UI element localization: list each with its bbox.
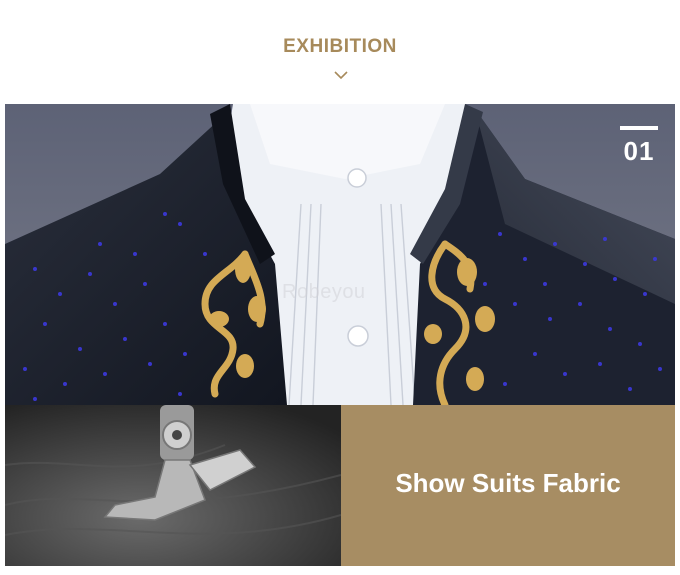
badge-number: 01 — [623, 136, 655, 166]
hero-image: 01 Robeyou — [5, 104, 675, 405]
sewing-machine-photo — [5, 405, 341, 566]
section-number-badge: 01 — [619, 126, 659, 167]
badge-bar — [620, 126, 658, 130]
section-title: EXHIBITION — [283, 36, 397, 57]
fabric-panel: Show Suits Fabric — [341, 405, 675, 566]
chevron-down-icon — [334, 71, 348, 80]
fabric-title: Show Suits Fabric — [395, 468, 621, 498]
jacket-photo — [5, 104, 675, 405]
section-header: EXHIBITION — [0, 0, 680, 104]
watermark: Robeyou — [282, 281, 366, 303]
